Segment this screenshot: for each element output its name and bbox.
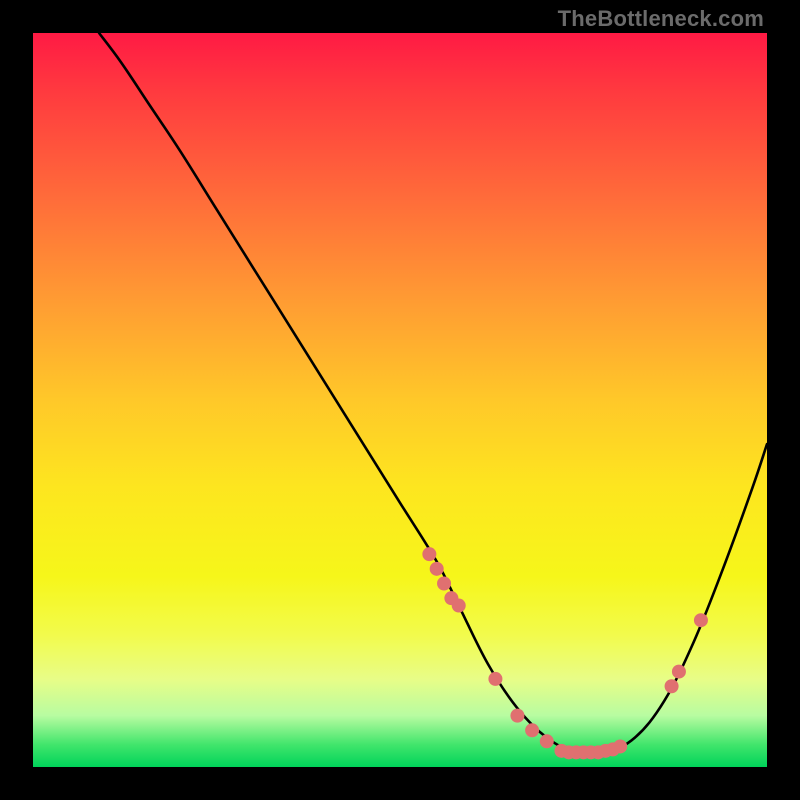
attribution-label: TheBottleneck.com [558,6,764,32]
marker-dot [694,613,708,627]
marker-dot [488,672,502,686]
marker-dot [613,739,627,753]
marker-dot [422,547,436,561]
marker-dot [672,665,686,679]
marker-dot [540,734,554,748]
marker-dot [510,709,524,723]
bottleneck-chart [33,33,767,767]
marker-dot [437,577,451,591]
marker-dot [665,679,679,693]
marker-dot [525,723,539,737]
marker-dots-group [422,547,708,759]
marker-dot [452,599,466,613]
marker-dot [430,562,444,576]
bottleneck-curve-line [99,33,767,754]
